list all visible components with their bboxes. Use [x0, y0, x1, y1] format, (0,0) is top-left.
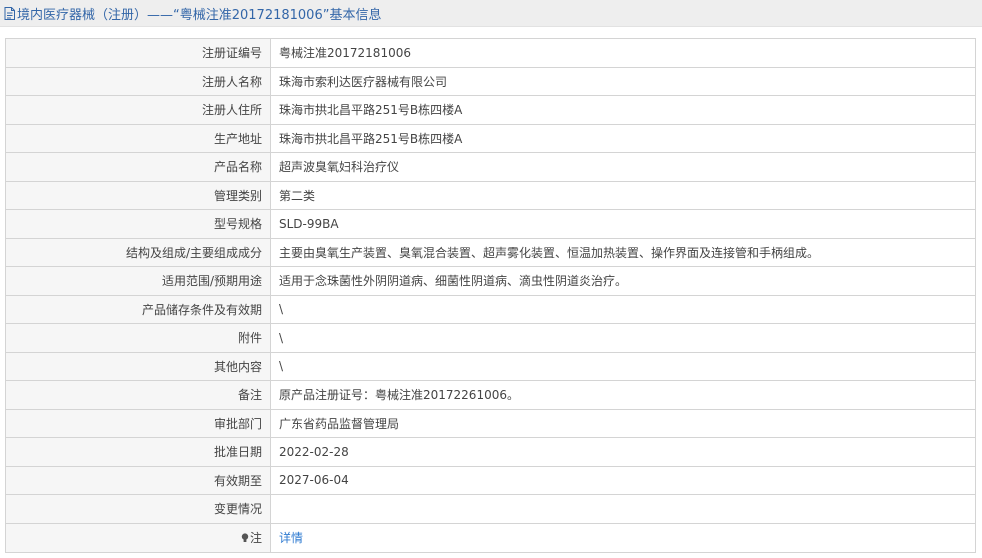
field-value: 2027-06-04 — [270, 465, 976, 495]
field-label: 适用范围/预期用途 — [5, 266, 271, 296]
field-value: 第二类 — [270, 180, 976, 210]
field-label: 生产地址 — [5, 123, 271, 153]
field-label: 批准日期 — [5, 437, 271, 467]
table-row: 其他内容 \ — [5, 351, 976, 381]
table-row: 注册人住所 珠海市拱北昌平路251号B栋四楼A — [5, 95, 976, 125]
table-row: 备注 原产品注册证号：粤械注准20172261006。 — [5, 380, 976, 410]
table-row: 附件 \ — [5, 323, 976, 353]
note-label: 注 — [5, 522, 271, 553]
field-value: \ — [270, 294, 976, 324]
field-label: 产品储存条件及有效期 — [5, 294, 271, 324]
field-label: 注册人住所 — [5, 95, 271, 125]
field-label: 型号规格 — [5, 209, 271, 239]
field-label: 备注 — [5, 380, 271, 410]
field-label: 管理类别 — [5, 180, 271, 210]
table-row: 有效期至 2027-06-04 — [5, 465, 976, 495]
field-label: 注册人名称 — [5, 66, 271, 96]
field-value: 超声波臭氧妇科治疗仪 — [270, 152, 976, 182]
field-value: 2022-02-28 — [270, 437, 976, 467]
field-label: 其他内容 — [5, 351, 271, 381]
page-title: 境内医疗器械（注册）——“粤械注准20172181006”基本信息 — [17, 7, 382, 23]
field-label: 注册证编号 — [5, 38, 271, 68]
document-icon — [4, 6, 15, 20]
table-row: 管理类别 第二类 — [5, 180, 976, 210]
field-value: 原产品注册证号：粤械注准20172261006。 — [270, 380, 976, 410]
table-row: 结构及组成/主要组成成分 主要由臭氧生产装置、臭氧混合装置、超声雾化装置、恒温加热… — [5, 237, 976, 267]
lightbulb-icon — [241, 533, 249, 542]
field-label: 有效期至 — [5, 465, 271, 495]
field-label: 变更情况 — [5, 494, 271, 524]
field-label: 结构及组成/主要组成成分 — [5, 237, 271, 267]
table-row-note: 注 详情 — [5, 522, 976, 553]
note-label-text: 注 — [249, 531, 262, 545]
table-row: 注册证编号 粤械注准20172181006 — [5, 38, 976, 68]
field-value: \ — [270, 351, 976, 381]
field-label: 产品名称 — [5, 152, 271, 182]
table-row: 生产地址 珠海市拱北昌平路251号B栋四楼A — [5, 123, 976, 153]
field-label: 附件 — [5, 323, 271, 353]
field-value: \ — [270, 323, 976, 353]
field-value: 珠海市索利达医疗器械有限公司 — [270, 66, 976, 96]
field-value: 珠海市拱北昌平路251号B栋四楼A — [270, 95, 976, 125]
field-value: 广东省药品监督管理局 — [270, 408, 976, 438]
note-value: 详情 — [270, 522, 976, 553]
table-row: 产品储存条件及有效期 \ — [5, 294, 976, 324]
field-value: 主要由臭氧生产装置、臭氧混合装置、超声雾化装置、恒温加热装置、操作界面及连接管和… — [270, 237, 976, 267]
field-value: 粤械注准20172181006 — [270, 38, 976, 68]
basic-info-table: 注册证编号 粤械注准20172181006 注册人名称 珠海市索利达医疗器械有限公司注… — [5, 38, 976, 553]
table-row: 注册人名称 珠海市索利达医疗器械有限公司 — [5, 66, 976, 96]
details-link[interactable]: 详情 — [279, 531, 303, 545]
field-value: SLD-99BA — [270, 209, 976, 239]
table-row: 型号规格 SLD-99BA — [5, 209, 976, 239]
table-row: 适用范围/预期用途 适用于念珠菌性外阴阴道病、细菌性阴道病、滴虫性阴道炎治疗。 — [5, 266, 976, 296]
table-row: 产品名称 超声波臭氧妇科治疗仪 — [5, 152, 976, 182]
field-value: 适用于念珠菌性外阴阴道病、细菌性阴道病、滴虫性阴道炎治疗。 — [270, 266, 976, 296]
field-value: 珠海市拱北昌平路251号B栋四楼A — [270, 123, 976, 153]
field-value — [270, 494, 976, 524]
page-header: 境内医疗器械（注册）——“粤械注准20172181006”基本信息 — [0, 0, 982, 27]
field-label: 审批部门 — [5, 408, 271, 438]
table-row: 变更情况 — [5, 494, 976, 524]
table-row: 审批部门 广东省药品监督管理局 — [5, 408, 976, 438]
table-row: 批准日期 2022-02-28 — [5, 437, 976, 467]
